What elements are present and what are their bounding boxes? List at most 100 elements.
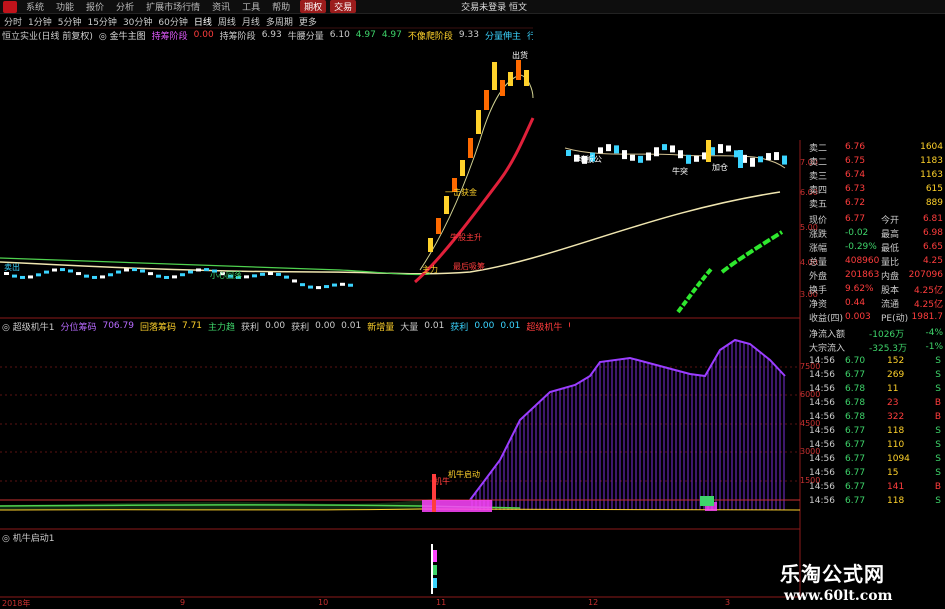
candle-low	[84, 274, 89, 278]
tick-direction: S	[935, 440, 941, 450]
candle-right	[686, 154, 691, 164]
candle-low	[252, 274, 257, 278]
quote-row: 涨幅 -0.29% 最低 6.65	[807, 240, 945, 254]
tick-row: 14:56 6.70 152 S	[807, 354, 945, 368]
candle-low	[292, 279, 297, 283]
ask-price: 6.72	[845, 198, 866, 208]
tick-price: 6.77	[845, 496, 866, 506]
quote-value: 6.81	[922, 214, 943, 224]
quote-row: 总量 408960 量比 4.25	[807, 254, 945, 268]
date-axis: 2018年 9 10 11 12 3	[0, 598, 800, 609]
tick-volume: 11	[887, 384, 899, 394]
candle-low	[332, 283, 337, 287]
annotation-break: 牛突	[672, 166, 688, 176]
date-label: 9	[180, 598, 186, 607]
tick-price: 6.78	[845, 384, 866, 394]
quote-label: 收益(四)	[809, 313, 844, 324]
tick-direction: B	[934, 412, 941, 422]
tick-direction: S	[935, 426, 941, 436]
annotation-accum: 最后吸筹	[453, 261, 485, 271]
date-label: 2018年	[2, 599, 31, 608]
quote-label: 量比	[881, 257, 900, 268]
quote-value: 6.65	[922, 242, 943, 252]
quote-row: 现价 6.77 今开 6.81	[807, 212, 945, 226]
date-label: 12	[588, 598, 599, 607]
chart-canvas[interactable]: 卖出 小心回落 一击获金 牛股主升 主力 最后吸筹 出货 地板公 牛突 加仓 机…	[0, 0, 945, 609]
tick-row: 14:56 6.77 15 S	[807, 466, 945, 480]
candle-right	[718, 144, 723, 154]
tick-time: 14:56	[809, 496, 835, 506]
candle-low	[204, 268, 209, 272]
annotation-sub1-b: 机牛启动	[448, 469, 480, 479]
order-book-row: 卖四 6.73 615	[807, 182, 945, 196]
tick-time: 14:56	[809, 454, 835, 464]
ask-volume: 1604	[920, 142, 943, 152]
candle-low	[348, 283, 353, 287]
flow-label: 净流入额	[809, 329, 846, 340]
tick-direction: S	[935, 384, 941, 394]
quote-value: 9.62%	[845, 284, 874, 294]
quote-value: 4.25亿	[913, 285, 943, 296]
quote-value: 207096	[908, 270, 943, 280]
tick-direction: S	[935, 454, 941, 464]
candle-right	[646, 152, 651, 161]
tick-time: 14:56	[809, 426, 835, 436]
candle-right	[606, 144, 611, 152]
tick-direction: S	[935, 356, 941, 366]
candle-rally	[484, 90, 489, 110]
tick-volume: 152	[887, 356, 905, 366]
tick-volume: 269	[887, 370, 905, 380]
ask-volume: 615	[925, 184, 943, 194]
candle-right	[654, 147, 659, 157]
ask-volume: 1183	[920, 156, 943, 166]
candle-low	[276, 272, 281, 276]
candle-low	[140, 269, 145, 273]
candle-low	[164, 275, 169, 279]
quote-panel: 卖二 6.76 1604 卖二 6.75 1183 卖三 6.74 1163 卖四 6.73 615 卖…	[807, 140, 945, 609]
quote-label: 流通	[881, 299, 900, 310]
tick-time: 14:56	[809, 370, 835, 380]
candle-low	[268, 272, 273, 276]
candle-low	[68, 269, 73, 273]
quote-label: 涨幅	[809, 243, 828, 254]
candle-right	[566, 150, 571, 156]
annotation-caution: 小心回落	[210, 270, 242, 280]
tick-direction: S	[935, 370, 941, 380]
quote-row: 外盘 201863 内盘 207096	[807, 268, 945, 282]
tick-time: 14:56	[809, 384, 835, 394]
tick-price: 6.77	[845, 468, 866, 478]
candle-low	[196, 268, 201, 272]
purple-histogram	[471, 340, 785, 510]
candle-rally	[468, 138, 473, 158]
candle-low	[52, 268, 57, 272]
tick-price: 6.77	[845, 454, 866, 464]
candle-low	[324, 285, 329, 289]
quote-label: 换手	[809, 285, 828, 296]
tick-row: 14:56 6.77 118 S	[807, 494, 945, 508]
candle-rally	[436, 218, 441, 234]
watermark: 乐淘公式网 www.60lt.com	[760, 556, 945, 609]
candle-right	[774, 152, 779, 161]
candle-low	[20, 275, 25, 279]
quote-value: 408960	[845, 256, 880, 266]
tick-price: 6.77	[845, 370, 866, 380]
tick-time: 14:56	[809, 412, 835, 422]
quote-value: -0.02	[845, 228, 869, 238]
annotation-bull: 牛股主升	[450, 232, 482, 242]
candle-low	[12, 274, 17, 278]
candlestick-group	[4, 60, 787, 290]
quote-label: 总量	[809, 257, 828, 268]
quote-label: 现价	[809, 215, 828, 226]
candle-low	[172, 275, 177, 279]
candle-right	[758, 156, 763, 163]
date-label: 3	[725, 598, 731, 607]
flow-row: 净流入额 -1026万 -4%	[807, 326, 945, 340]
tick-time: 14:56	[809, 398, 835, 408]
candle-right	[782, 155, 787, 165]
ask-label: 卖五	[809, 199, 828, 210]
flow-value: -325.3万	[869, 343, 908, 354]
candle-rally	[476, 110, 481, 134]
candle-right	[706, 140, 711, 162]
quote-label: 股本	[881, 285, 900, 296]
flow-row: 大宗流入 -325.3万 -1%	[807, 340, 945, 354]
